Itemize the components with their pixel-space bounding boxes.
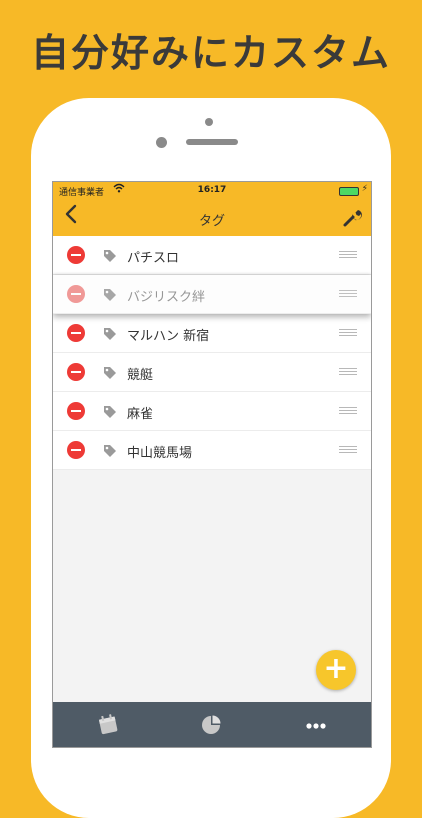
tag-icon	[103, 443, 117, 457]
reorder-grip-icon[interactable]	[339, 329, 357, 337]
tag-row[interactable]: 中山競馬場	[53, 431, 371, 470]
status-time: 16:17	[197, 185, 227, 195]
reorder-grip-icon[interactable]	[339, 368, 357, 376]
tag-label: パチスロ	[127, 251, 180, 266]
tag-label: 麻雀	[127, 407, 154, 422]
pie-chart-icon	[202, 715, 221, 734]
tag-label: マルハン 新宿	[127, 329, 210, 344]
tab-bar	[53, 702, 371, 747]
phone-speaker	[186, 139, 238, 145]
delete-button[interactable]	[67, 441, 85, 459]
plus-icon: +	[323, 651, 349, 686]
tag-row[interactable]: 麻雀	[53, 392, 371, 431]
tag-row[interactable]: マルハン 新宿	[53, 314, 371, 353]
tag-label: 中山競馬場	[127, 446, 193, 461]
reorder-grip-icon[interactable]	[339, 251, 357, 259]
tag-label: 競艇	[127, 368, 154, 383]
phone-camera	[156, 137, 167, 148]
charging-icon: ⚡	[361, 184, 368, 194]
tab-more[interactable]	[303, 712, 329, 736]
tag-row[interactable]: パチスロ	[53, 236, 371, 275]
app-screen: 通信事業者 16:17 ⚡ タグ パチスロバジリスク絆 マルハン 新宿 競艇麻雀中山…	[52, 181, 372, 748]
tag-icon	[103, 365, 117, 379]
tag-icon	[103, 404, 117, 418]
wrench-icon	[343, 210, 362, 227]
delete-button[interactable]	[67, 246, 85, 264]
page-title: タグ	[198, 214, 225, 229]
add-tag-button[interactable]: +	[316, 650, 356, 690]
delete-button[interactable]	[67, 324, 85, 342]
tag-label: バジリスク絆	[127, 290, 206, 305]
settings-button[interactable]	[341, 206, 363, 228]
delete-button[interactable]	[67, 363, 85, 381]
reorder-grip-icon[interactable]	[339, 446, 357, 454]
tag-row[interactable]: バジリスク絆	[53, 275, 371, 314]
reorder-grip-icon[interactable]	[339, 407, 357, 415]
phone-sensor	[205, 118, 213, 126]
navigation-bar: タグ	[53, 200, 371, 236]
delete-button[interactable]	[67, 285, 85, 303]
reorder-grip-icon[interactable]	[339, 290, 357, 298]
status-bar: 通信事業者 16:17 ⚡	[53, 182, 371, 200]
delete-button[interactable]	[67, 402, 85, 420]
tab-statistics[interactable]	[198, 712, 224, 736]
tab-calendar[interactable]	[95, 712, 121, 736]
battery-icon	[339, 187, 359, 196]
tag-list: パチスロバジリスク絆 マルハン 新宿 競艇麻雀中山競馬場	[53, 236, 371, 470]
tag-icon	[103, 326, 117, 340]
promo-headline: 自分好みにカスタム	[30, 31, 391, 75]
calendar-icon	[98, 714, 118, 735]
tag-icon	[103, 248, 117, 262]
tag-icon	[103, 287, 117, 301]
more-icon	[306, 723, 326, 729]
tag-row[interactable]: 競艇	[53, 353, 371, 392]
